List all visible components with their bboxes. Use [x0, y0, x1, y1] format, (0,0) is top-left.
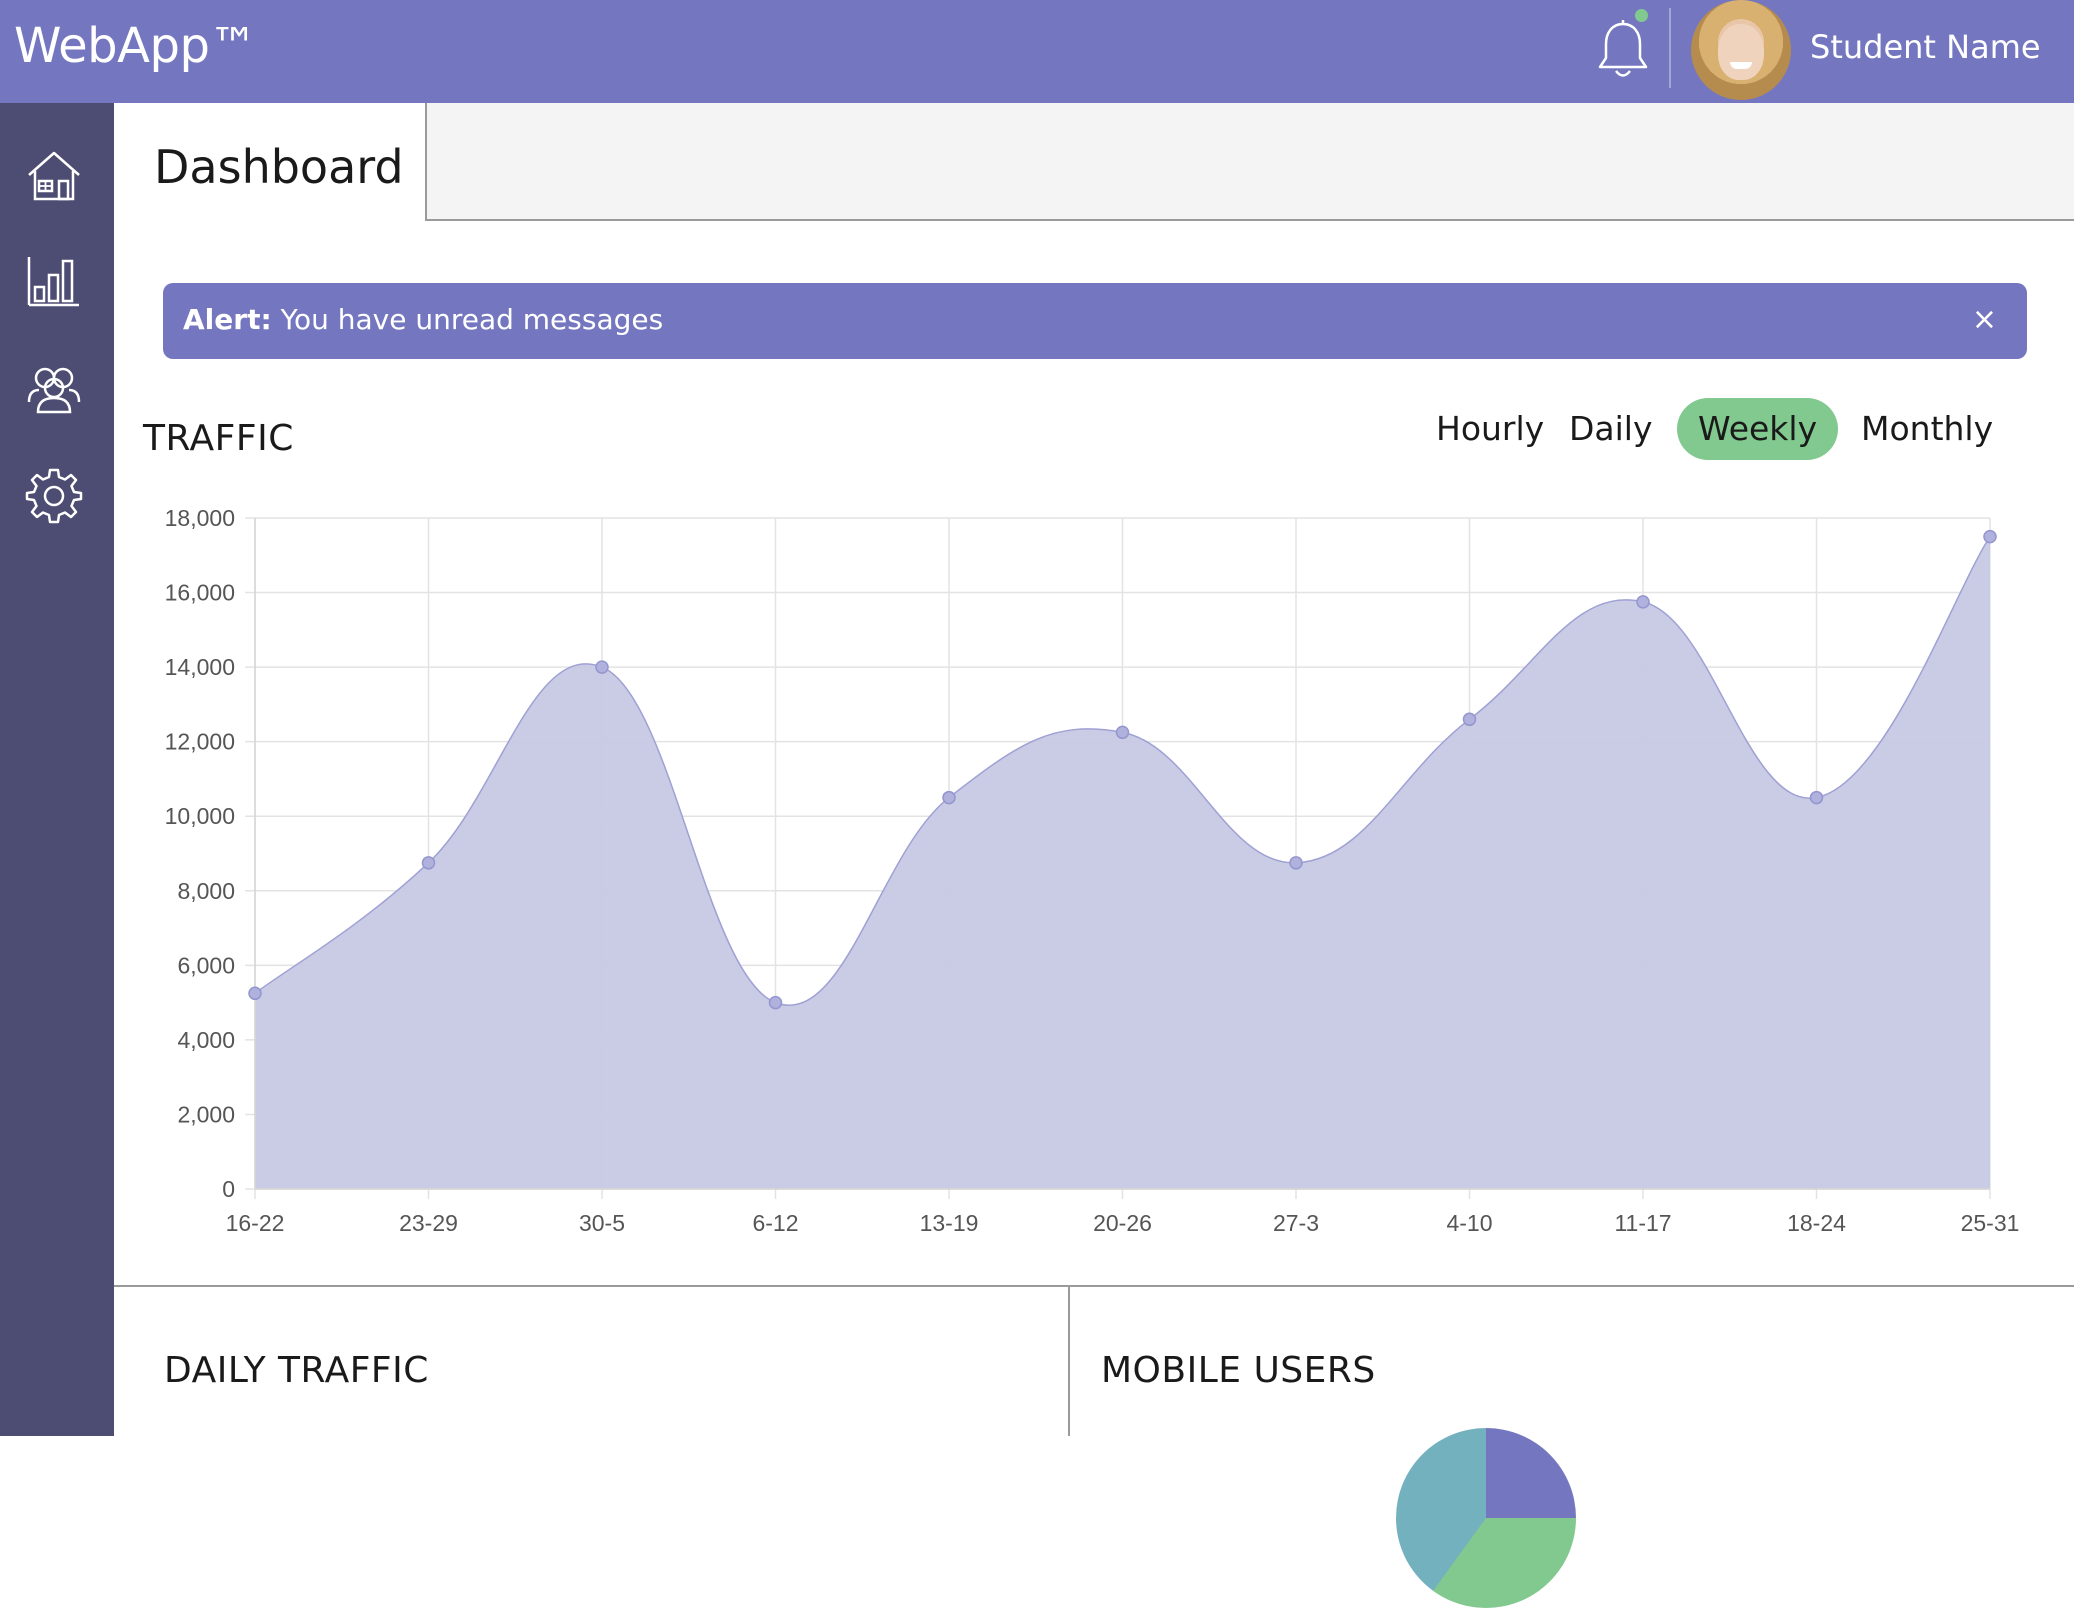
section-divider-vertical [1068, 1287, 1070, 1436]
y-tick-label: 16,000 [165, 580, 235, 606]
data-point [1809, 790, 1824, 805]
filter-daily[interactable]: Daily [1548, 398, 1674, 460]
data-point [1636, 595, 1650, 609]
title-bar-filler [425, 103, 2074, 221]
avatar[interactable] [1691, 0, 1791, 100]
daily-traffic-title: DAILY TRAFFIC [164, 1350, 429, 1391]
x-tick-label: 18-24 [1787, 1210, 1846, 1236]
x-tick-label: 27-3 [1273, 1210, 1319, 1236]
x-tick-label: 25-31 [1961, 1210, 2020, 1236]
app-logo[interactable]: WebApp™ [14, 18, 257, 74]
notification-dot [1635, 9, 1648, 22]
filter-monthly[interactable]: Monthly [1840, 398, 2014, 460]
data-point [421, 856, 436, 870]
data-point [1289, 856, 1303, 870]
y-tick-label: 6,000 [177, 952, 235, 978]
alert-text: Alert: You have unread messages [183, 303, 663, 336]
traffic-chart: 0 2,000 4,000 6,000 8,000 10,000 12,000 14,000 1… [165, 505, 2020, 1236]
data-point [248, 986, 262, 1001]
mobile-users-pie [1396, 1428, 1576, 1608]
alert-banner: Alert: You have unread messages × [163, 283, 2027, 359]
data-point [1983, 529, 1997, 544]
bar-chart-icon[interactable] [25, 253, 83, 311]
x-tick-label: 20-26 [1093, 1210, 1152, 1236]
alert-message: You have unread messages [280, 303, 664, 336]
x-tick-label: 16-22 [226, 1210, 285, 1236]
users-icon[interactable] [25, 360, 83, 418]
x-tick-label: 11-17 [1614, 1210, 1671, 1236]
user-name[interactable]: Student Name [1810, 28, 2041, 66]
y-tick-label: 18,000 [165, 505, 235, 531]
page-title: Dashboard [154, 140, 404, 194]
y-tick-label: 0 [222, 1176, 235, 1202]
filter-weekly[interactable]: Weekly [1677, 398, 1839, 460]
x-tick-label: 4-10 [1446, 1210, 1492, 1236]
data-point [768, 995, 783, 1010]
mobile-users-title: MOBILE USERS [1101, 1350, 1376, 1391]
gear-icon[interactable] [25, 467, 83, 525]
y-tick-label: 4,000 [177, 1027, 235, 1053]
y-tick-label: 10,000 [165, 803, 235, 829]
top-header: WebApp™ Student Name [0, 0, 2074, 103]
y-tick-label: 2,000 [177, 1101, 235, 1127]
data-point [595, 660, 609, 674]
home-icon[interactable] [25, 147, 83, 205]
x-tick-label: 6-12 [752, 1210, 798, 1236]
header-divider [1669, 8, 1671, 88]
data-point [1115, 725, 1130, 740]
filter-hourly[interactable]: Hourly [1415, 398, 1565, 460]
sidebar [0, 103, 114, 1436]
data-point [1462, 712, 1477, 727]
bell-icon[interactable] [1593, 18, 1653, 84]
section-divider [114, 1285, 2074, 1287]
x-tick-label: 23-29 [399, 1210, 458, 1236]
y-tick-label: 8,000 [177, 878, 235, 904]
y-tick-label: 14,000 [165, 654, 235, 680]
close-icon[interactable]: × [1972, 302, 1997, 337]
y-tick-label: 12,000 [165, 729, 235, 755]
traffic-title: TRAFFIC [143, 418, 294, 459]
x-tick-label: 30-5 [579, 1210, 625, 1236]
x-tick-label: 13-19 [920, 1210, 979, 1236]
alert-label: Alert: [183, 303, 272, 336]
data-point [942, 790, 956, 805]
